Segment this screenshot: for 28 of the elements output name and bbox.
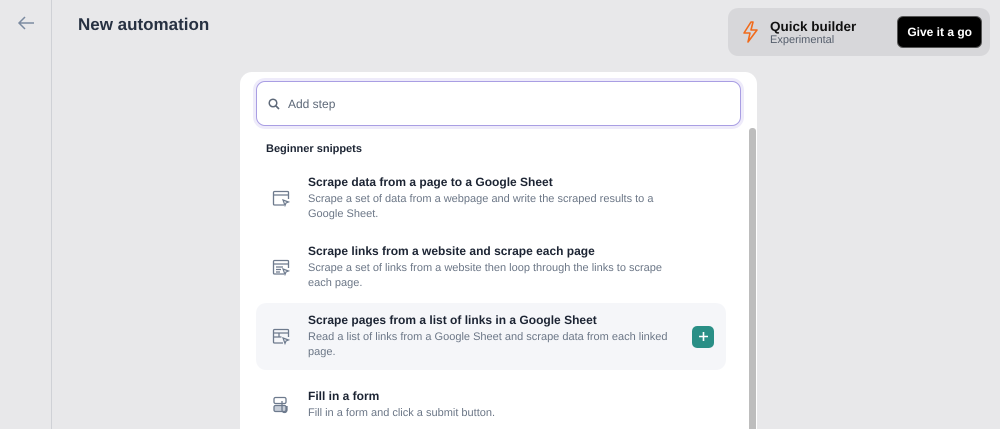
snippet-item[interactable]: Scrape data from a page to a Google Sheet Scrape a set of data from a webpage and write the scraped results to a Google Sheet. [256,165,726,232]
section-heading: Beginner snippets [266,143,363,155]
form-click-icon [272,396,290,414]
snippet-title: Scrape links from a website and scrape each page [308,244,596,258]
snippet-description: Fill in a form and click a submit button. [308,406,496,421]
table-cursor-icon [272,328,290,346]
snippet-title: Scrape pages from a list of links in a Google Sheet [308,313,598,327]
scrollbar[interactable] [749,128,756,429]
snippet-item[interactable]: Fill in a form Fill in a form and click a submit button. [256,372,726,429]
snippet-description: Scrape a set of links from a website then loop through the links to scrape each page. [308,261,664,291]
page-title: New automation [78,15,210,35]
add-step-search-field[interactable]: Add step [256,81,741,126]
snippet-item[interactable]: Scrape links from a website and scrape each page Scrape a set of links from a website then loop through the links to scrape each page. [256,234,726,301]
browser-cursor-icon [272,190,290,208]
search-icon [268,98,280,110]
snippet-description: Read a list of links from a Google Sheet and scrape data from each linked page. [308,330,669,360]
snippet-title: Fill in a form [308,389,380,403]
list-cursor-icon [272,258,290,276]
snippet-description: Scrape a set of data from a webpage and write the scraped results to a Google Sheet. [308,192,654,222]
plus-icon [698,332,708,341]
snippet-title: Scrape data from a page to a Google Sheet [308,175,554,189]
add-button[interactable] [692,326,714,348]
snippet-item[interactable]: Scrape pages from a list of links in a Google Sheet Read a list of links from a Google Sheet and scrape data from each linked page. [256,303,726,370]
lightning-icon [742,21,760,43]
quick-builder-subtitle: Experimental [770,34,836,46]
give-it-a-go-button[interactable]: Give it a go [897,16,982,48]
back-arrow-icon[interactable] [16,16,34,30]
quick-builder-title: Quick builder [770,18,858,34]
